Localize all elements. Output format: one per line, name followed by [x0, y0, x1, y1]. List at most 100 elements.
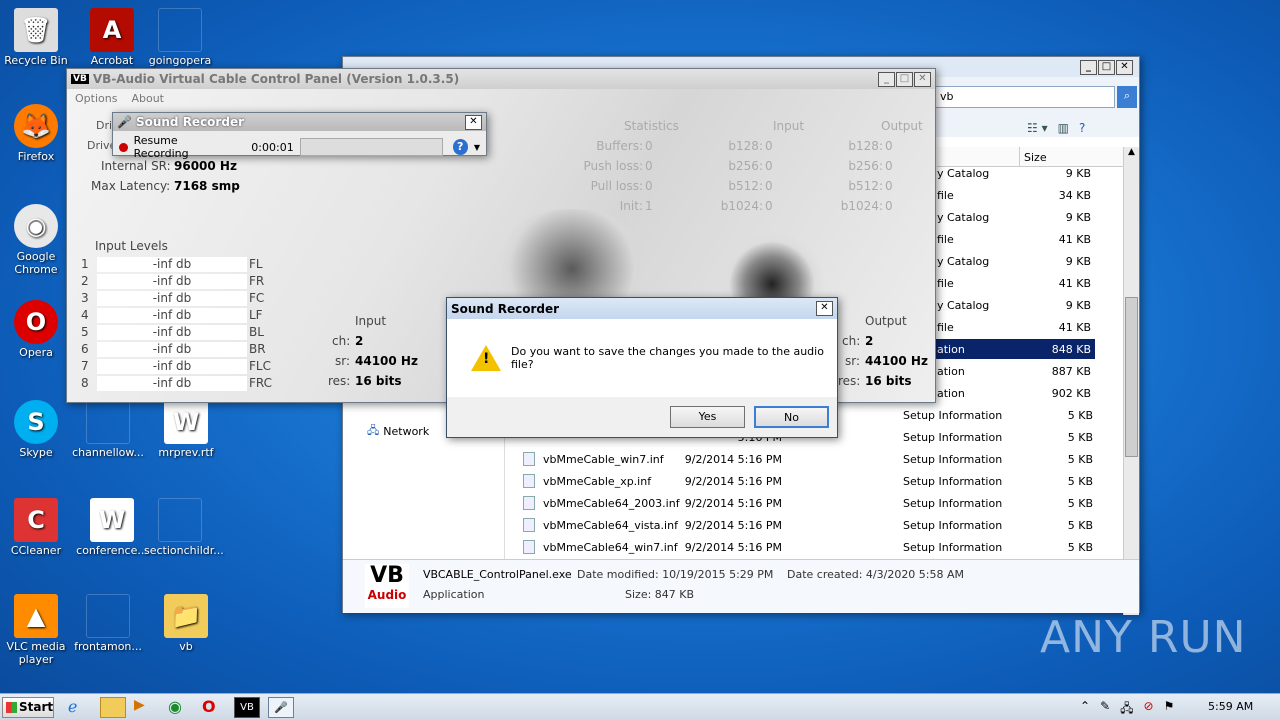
desktop-icon-label: goingopera [148, 54, 212, 67]
close-button[interactable]: ✕ [1116, 60, 1133, 75]
desktop-icon[interactable]: sectionchildr... [144, 498, 224, 557]
stats-header: Input [773, 119, 805, 133]
close-button[interactable]: ✕ [816, 301, 833, 316]
app-icon: VB Audio [365, 564, 409, 608]
desktop-icon[interactable]: 🦊 Firefox [0, 104, 72, 163]
list-item[interactable]: file 41 KB [935, 229, 1095, 249]
network-tray-icon[interactable]: 🖧 [1120, 699, 1133, 720]
stats-cell: b256: [728, 159, 763, 173]
close-button[interactable]: ✕ [465, 114, 482, 130]
vb-taskbar-icon[interactable]: VB [234, 697, 260, 718]
preview-pane-icon[interactable]: ▥ [1058, 121, 1069, 135]
stats-cell: b1024: [840, 199, 883, 213]
start-button[interactable]: Start [2, 697, 54, 718]
level-value: -inf db [97, 274, 247, 289]
list-item[interactable]: file 41 KB [935, 317, 1095, 337]
record-icon [119, 142, 128, 152]
maximize-button[interactable]: □ [896, 71, 913, 87]
table-row[interactable]: vbMmeCable64_vista.inf 9/2/2014 5:16 PM Se… [507, 515, 1097, 537]
minimize-button[interactable]: _ [878, 71, 895, 87]
list-item[interactable]: ation 902 KB [935, 383, 1095, 403]
desktop-app-icon: W [164, 400, 208, 444]
chevron-down-icon[interactable]: ▼ [474, 143, 480, 152]
desktop-app-icon: 🦊 [14, 104, 58, 148]
desktop-icon[interactable]: C CCleaner [0, 498, 72, 557]
tools-icon[interactable]: ✎ [1100, 699, 1110, 720]
save-dialog: Sound Recorder ✕ ! Do you want to save t… [446, 297, 838, 438]
resume-recording-button[interactable]: Resume Recording [134, 134, 232, 160]
level-value: -inf db [97, 376, 247, 391]
list-item[interactable]: y Catalog 9 KB [935, 295, 1095, 315]
stats-cell: 1 [645, 199, 653, 213]
desktop-icon[interactable]: Wconference... [76, 498, 148, 557]
desktop-icon-label: vb [179, 640, 193, 653]
clock[interactable]: 5:59 AM [1208, 700, 1253, 713]
input-res-value: 16 bits [355, 374, 402, 388]
close-button[interactable]: ✕ [914, 71, 931, 87]
desktop-icon[interactable]: S Skype [0, 400, 72, 459]
list-item[interactable]: y Catalog 9 KB [935, 163, 1095, 183]
table-row[interactable]: vbMmeCable64_2003.inf 9/2/2014 5:16 PM Set… [507, 493, 1097, 515]
desktop-app-icon: C [14, 498, 58, 542]
search-icon[interactable]: ⌕ [1117, 86, 1137, 108]
desktop-icon-label: mrprev.rtf [158, 446, 214, 459]
no-button[interactable]: No [754, 406, 829, 428]
volume-muted-icon[interactable]: ⊘ [1144, 699, 1154, 720]
help-button[interactable]: ? [452, 139, 468, 155]
desktop-icon[interactable]: O Opera [0, 300, 72, 359]
list-item[interactable]: ation 887 KB [935, 361, 1095, 381]
scrollbar[interactable]: ▲ ▼ [1123, 147, 1139, 615]
stats-cell: 0 [765, 139, 773, 153]
level-value: -inf db [97, 291, 247, 306]
desktop-icon[interactable]: 📁 vb [150, 594, 222, 653]
ie-icon[interactable]: ℯ [68, 697, 94, 718]
minimize-button[interactable]: _ [1080, 60, 1097, 75]
stats-cell: 0 [765, 159, 773, 173]
desktop-icon-label: conference... [76, 544, 148, 557]
level-row: 3 -inf db FC [81, 291, 265, 306]
desktop-icon[interactable]: ▲ VLC media player [0, 594, 72, 666]
inf-file-icon [523, 518, 535, 532]
search-input[interactable]: vb [935, 86, 1115, 108]
media-player-icon[interactable]: ▶ [134, 697, 160, 718]
explorer-icon[interactable] [100, 697, 126, 718]
desktop-icon[interactable]: Wmrprev.rtf [150, 400, 222, 459]
stats-cell: 0 [765, 179, 773, 193]
list-item[interactable]: file 41 KB [935, 273, 1095, 293]
list-item[interactable]: file 34 KB [935, 185, 1095, 205]
level-value: -inf db [97, 257, 247, 272]
menu-about[interactable]: About [131, 92, 164, 105]
yes-button[interactable]: Yes [670, 406, 745, 428]
desktop-icon[interactable]: ◉ Google Chrome [0, 204, 72, 276]
list-item[interactable]: y Catalog 9 KB [935, 207, 1095, 227]
stats-header: Output [881, 119, 923, 133]
list-item[interactable]: y Catalog 9 KB [935, 251, 1095, 271]
desktop-icon[interactable]: channellow... [72, 400, 144, 459]
desktop-app-icon [86, 594, 130, 638]
desktop-icon[interactable]: goingopera [144, 8, 216, 67]
menu-options[interactable]: Options [75, 92, 117, 105]
flag-icon[interactable]: ⚑ [1164, 699, 1175, 720]
level-row: 8 -inf db FRC [81, 376, 273, 391]
opera-icon[interactable]: O [202, 697, 228, 718]
nav-network[interactable]: 🖧 Network [367, 422, 429, 441]
view-icon[interactable]: ☷ ▾ [1027, 121, 1048, 135]
table-row[interactable]: vbMmeCable_win7.inf 9/2/2014 5:16 PM Setup… [507, 449, 1097, 471]
level-row: 7 -inf db FLC [81, 359, 271, 374]
table-row[interactable]: vbMmeCable64_win7.inf 9/2/2014 5:16 PM Set… [507, 537, 1097, 559]
recorder-taskbar-icon[interactable]: 🎤 [268, 697, 294, 718]
list-item[interactable]: ation 848 KB [935, 339, 1095, 359]
maximize-button[interactable]: □ [1098, 60, 1115, 75]
desktop-icon[interactable]: A Acrobat [76, 8, 148, 67]
stats-cell: 0 [885, 199, 893, 213]
table-row[interactable]: vbMmeCable_xp.inf 9/2/2014 5:16 PM Setup I… [507, 471, 1097, 493]
stats-cell: Pull loss: [590, 179, 643, 193]
help-icon[interactable]: ? [1079, 121, 1085, 135]
desktop-icon-label: frontamon... [74, 640, 142, 653]
chrome-icon[interactable]: ◉ [168, 697, 194, 718]
desktop-icon[interactable]: 🗑 Recycle Bin [0, 8, 72, 67]
desktop-icon-label: channellow... [72, 446, 144, 459]
desktop-icon[interactable]: frontamon... [72, 594, 144, 653]
desktop-app-icon [158, 8, 202, 52]
chevron-up-icon[interactable]: ⌃ [1080, 699, 1090, 720]
